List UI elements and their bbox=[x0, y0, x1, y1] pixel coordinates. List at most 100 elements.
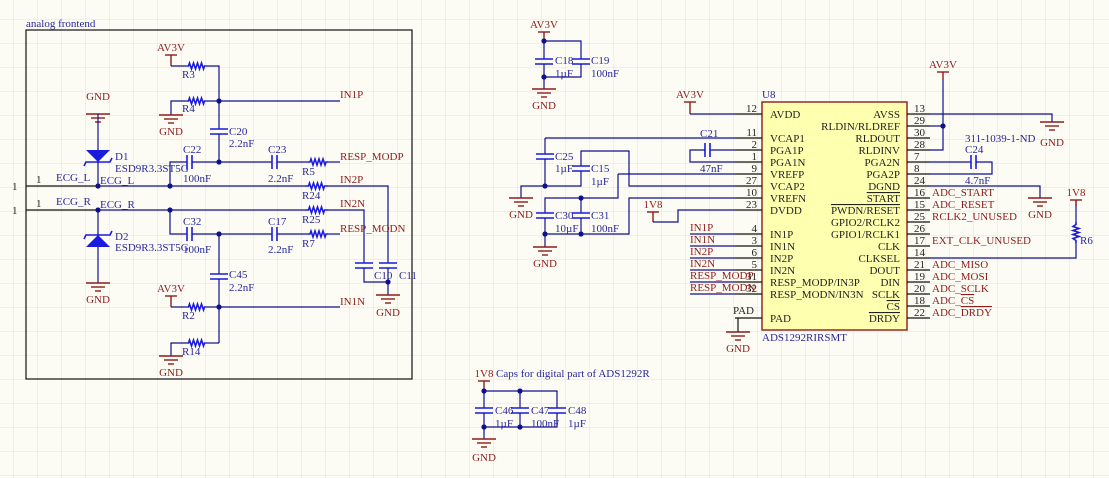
cap-value: 47nF bbox=[700, 163, 723, 175]
label: C15 bbox=[591, 163, 610, 175]
label: R25 bbox=[302, 214, 321, 226]
ic-pin-number: 9 bbox=[752, 163, 758, 175]
junction-dot bbox=[216, 159, 222, 165]
cap-value: 2.2nF bbox=[229, 138, 254, 150]
ic-pin-name: DVDD bbox=[770, 205, 802, 217]
net-label-adc-start: ADC_START bbox=[932, 187, 994, 199]
part-number: ESD9R3.3ST5G bbox=[115, 163, 189, 175]
net-label-in1n: IN1N bbox=[340, 296, 365, 308]
label: D1 bbox=[115, 151, 128, 163]
ic-pin-name: VREFP bbox=[770, 169, 804, 181]
label: C11 bbox=[399, 270, 417, 282]
cap-value: 1µF bbox=[591, 176, 609, 188]
cap-value: 100nF bbox=[531, 418, 559, 430]
label: C46 bbox=[495, 405, 514, 417]
gnd-label: GND bbox=[533, 258, 557, 270]
cap-value: 2.2nF bbox=[268, 244, 293, 256]
ic-pin-number: 8 bbox=[914, 163, 920, 175]
net-label-in1p: IN1P bbox=[340, 89, 363, 101]
ic-pin-name: PWDN/RESET bbox=[831, 205, 900, 217]
junction-dot bbox=[517, 388, 523, 394]
ic-pin-name: DIN bbox=[880, 277, 900, 289]
ic-pin-number: 21 bbox=[914, 259, 925, 271]
net-label-ecg-l: ECG_L bbox=[100, 175, 135, 187]
label: C25 bbox=[555, 151, 574, 163]
label: R4 bbox=[182, 103, 195, 115]
ic-pin-number: 27 bbox=[746, 175, 758, 187]
junction-dot bbox=[216, 304, 222, 310]
ic-pin-name: RESP_MODN/IN3N bbox=[770, 289, 864, 301]
junction-dot bbox=[578, 231, 584, 237]
junction-dot bbox=[541, 74, 547, 80]
ic-pin-number: 26 bbox=[914, 223, 926, 235]
net-label-prefix: ADC_ bbox=[932, 295, 961, 307]
label: R7 bbox=[302, 238, 315, 250]
cap-value: 4.7nF bbox=[965, 175, 990, 187]
net-label: IN2P bbox=[690, 246, 713, 258]
ic-pin-number: 4 bbox=[752, 223, 758, 235]
ic-pin-name: PGA2N bbox=[865, 157, 901, 169]
label: C32 bbox=[183, 216, 201, 228]
net-label-in2n: IN2N bbox=[340, 198, 365, 210]
ic-pin-name: RESP_MODP/IN3P bbox=[770, 277, 860, 289]
cap-value: 10µF bbox=[555, 223, 578, 235]
label: R14 bbox=[182, 346, 201, 358]
ic-pin-number: 1 bbox=[752, 151, 758, 163]
label: R6 bbox=[1080, 235, 1093, 247]
ic-pin-name: SCLK bbox=[872, 289, 900, 301]
label: C18 bbox=[555, 55, 574, 67]
label: C48 bbox=[568, 405, 587, 417]
ic-pin-name: VCAP1 bbox=[770, 133, 805, 145]
net-label-prefix: ADC_ bbox=[932, 307, 961, 319]
net-label: RESP_MODP bbox=[690, 270, 754, 282]
ic-pin-name: CLK bbox=[878, 241, 900, 253]
ic-pin-name: IN2P bbox=[770, 253, 793, 265]
cap-value: 100nF bbox=[591, 223, 619, 235]
label: C31 bbox=[591, 210, 609, 222]
ic-pin-number: 16 bbox=[914, 187, 926, 199]
gnd-label: GND bbox=[1040, 137, 1064, 149]
gnd-label: GND bbox=[726, 343, 750, 355]
cap-value: 100nF bbox=[183, 244, 211, 256]
ic-pin-number: 17 bbox=[914, 235, 926, 247]
ic-pin-number: 12 bbox=[746, 103, 757, 115]
cap-value: 100nF bbox=[591, 68, 619, 80]
cap-value: 2.2nF bbox=[229, 282, 254, 294]
net-label-name: DRDY bbox=[961, 307, 992, 319]
ic-pin-number: 23 bbox=[746, 199, 758, 211]
ic-pin-name: RLDOUT bbox=[855, 133, 900, 145]
power-label: AV3V bbox=[157, 283, 185, 295]
ic-pin-name: GPIO1/RCLK1 bbox=[831, 229, 900, 241]
ic-part-number: ADS1292RIRSMT bbox=[762, 332, 847, 344]
ic-pin-name: VREFN bbox=[770, 193, 806, 205]
ic-pin-name: IN1N bbox=[770, 241, 795, 253]
ic-pin-name: PGA1P bbox=[770, 145, 804, 157]
net-label-adc-mosi: ADC_MOSI bbox=[932, 271, 989, 283]
ic-pin-name: PGA2P bbox=[866, 169, 900, 181]
ic-pin-number: 19 bbox=[914, 271, 926, 283]
label: C45 bbox=[229, 269, 248, 281]
label: C17 bbox=[268, 216, 287, 228]
net-label: IN1N bbox=[690, 234, 715, 246]
label: C21 bbox=[700, 128, 718, 140]
ic-pin-name: DOUT bbox=[869, 265, 900, 277]
label: C22 bbox=[183, 144, 201, 156]
junction-dot bbox=[481, 388, 487, 394]
net-label-in2p: IN2P bbox=[340, 174, 363, 186]
ic-pin-number: 15 bbox=[914, 199, 926, 211]
label: C24 bbox=[965, 144, 984, 156]
ic-pin-name: CLKSEL bbox=[858, 253, 900, 265]
ic-pin-number: 11 bbox=[746, 127, 757, 139]
ic-pin-name: IN2N bbox=[770, 265, 795, 277]
cap-value: 2.2nF bbox=[268, 173, 293, 185]
net-label-resp-modp: RESP_MODP bbox=[340, 151, 404, 163]
ic-pin-name: START bbox=[867, 193, 901, 205]
ic-pin-number: 6 bbox=[752, 247, 758, 259]
part-number: ESD9R3.3ST5G bbox=[115, 242, 189, 254]
power-label: AV3V bbox=[676, 89, 704, 101]
ic-pin-name: PGA1N bbox=[770, 157, 806, 169]
ic-pin-number: 24 bbox=[914, 175, 926, 187]
ic-pin-name: DRDY bbox=[869, 313, 900, 325]
power-label: 1V8 bbox=[475, 368, 494, 380]
label: R3 bbox=[182, 69, 195, 81]
